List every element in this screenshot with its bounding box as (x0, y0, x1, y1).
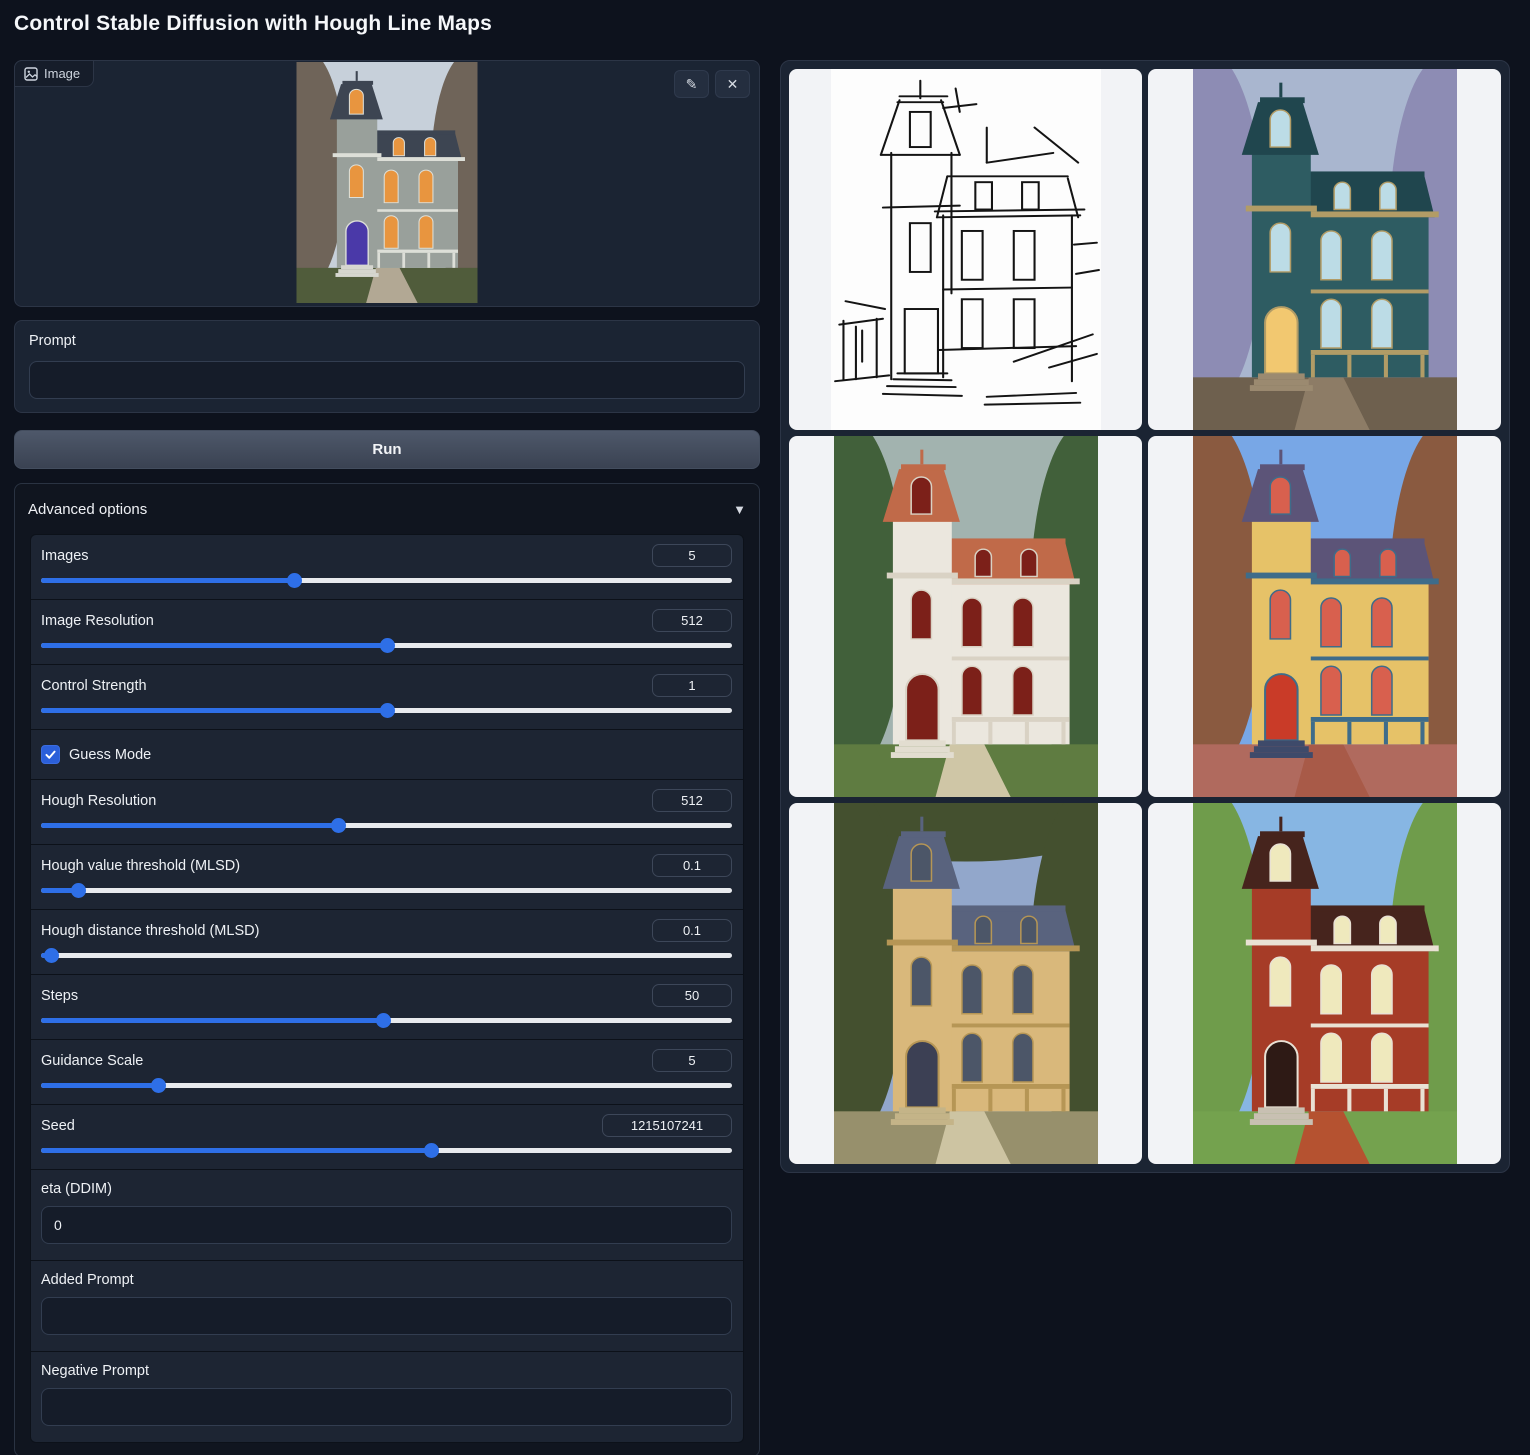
images-value-input[interactable]: 5 (652, 544, 732, 567)
slider-row-image-resolution: Image Resolution 512 (31, 599, 743, 664)
control-strength-slider[interactable] (41, 708, 732, 713)
guidance-scale-slider[interactable] (41, 1083, 732, 1088)
slider-row-hough-resolution: Hough Resolution 512 (31, 779, 743, 844)
hough-value-threshold-mlsd-slider[interactable] (41, 888, 732, 893)
steps-value-input[interactable]: 50 (652, 984, 732, 1007)
gallery-item-hough-line-map[interactable] (789, 69, 1142, 430)
slider-label: Hough Resolution (41, 793, 156, 809)
seed-slider[interactable] (41, 1148, 732, 1153)
slider-label: Hough value threshold (MLSD) (41, 858, 240, 874)
edit-image-button[interactable]: ✎ (674, 70, 709, 98)
added-prompt-input[interactable] (41, 1297, 732, 1335)
slider-fill (41, 708, 387, 713)
x-icon: ✕ (727, 76, 739, 93)
slider-thumb[interactable] (287, 573, 302, 588)
slider-thumb[interactable] (376, 1013, 391, 1028)
slider-row-seed: Seed 1215107241 (31, 1104, 743, 1169)
slider-row-guidance-scale: Guidance Scale 5 (31, 1039, 743, 1104)
slider-thumb[interactable] (71, 883, 86, 898)
slider-thumb[interactable] (151, 1078, 166, 1093)
hough-resolution-slider[interactable] (41, 823, 732, 828)
checkbox-row-guess-mode: Guess Mode (31, 729, 743, 779)
check-icon (44, 748, 57, 761)
slider-fill (41, 1018, 383, 1023)
textbox-row-added-prompt: Added Prompt (31, 1260, 743, 1351)
textbox-row-negative-prompt: Negative Prompt (31, 1351, 743, 1442)
slider-row-control-strength: Control Strength 1 (31, 664, 743, 729)
textbox-label: eta (DDIM) (41, 1181, 732, 1197)
app-root: Control Stable Diffusion with Hough Line… (0, 0, 1530, 1455)
control-strength-value-input[interactable]: 1 (652, 674, 732, 697)
slider-label: Hough distance threshold (MLSD) (41, 923, 259, 939)
slider-thumb[interactable] (424, 1143, 439, 1158)
slider-fill (41, 578, 294, 583)
gallery-item-generated-house-yellow[interactable] (1148, 436, 1501, 797)
prompt-block: Prompt (14, 320, 760, 413)
slider-fill (41, 1148, 431, 1153)
run-button[interactable]: Run (14, 430, 760, 469)
textbox-label: Negative Prompt (41, 1363, 732, 1379)
slider-row-hough-distance-threshold-mlsd: Hough distance threshold (MLSD) 0.1 (31, 909, 743, 974)
advanced-options-accordion: Advanced options ▼ Images 5 Image Resolu… (14, 483, 760, 1455)
images-slider[interactable] (41, 578, 732, 583)
seed-value-input[interactable]: 1215107241 (602, 1114, 732, 1137)
slider-fill (41, 823, 338, 828)
slider-label: Seed (41, 1118, 75, 1134)
image-icon (24, 67, 38, 81)
slider-fill (41, 1083, 158, 1088)
slider-row-images: Images 5 (31, 535, 743, 599)
image-resolution-slider[interactable] (41, 643, 732, 648)
page-title: Control Stable Diffusion with Hough Line… (14, 12, 492, 36)
image-input-label: Image (14, 60, 94, 87)
textbox-label: Added Prompt (41, 1272, 732, 1288)
negative-prompt-input[interactable] (41, 1388, 732, 1426)
hough-value-threshold-mlsd-value-input[interactable]: 0.1 (652, 854, 732, 877)
textbox-row-eta-ddim: eta (DDIM) 0 (31, 1169, 743, 1260)
prompt-label: Prompt (29, 333, 76, 349)
advanced-options-label: Advanced options (28, 501, 147, 518)
eta-ddim-input[interactable]: 0 (41, 1206, 732, 1244)
checkbox-label: Guess Mode (69, 747, 151, 763)
image-resolution-value-input[interactable]: 512 (652, 609, 732, 632)
hough-distance-threshold-mlsd-value-input[interactable]: 0.1 (652, 919, 732, 942)
slider-label: Control Strength (41, 678, 147, 694)
slider-thumb[interactable] (380, 703, 395, 718)
slider-label: Images (41, 548, 89, 564)
slider-label: Image Resolution (41, 613, 154, 629)
slider-label: Steps (41, 988, 78, 1004)
slider-row-steps: Steps 50 (31, 974, 743, 1039)
result-gallery (780, 60, 1510, 1173)
slider-row-hough-value-threshold-mlsd: Hough value threshold (MLSD) 0.1 (31, 844, 743, 909)
advanced-options-header[interactable]: Advanced options ▼ (15, 484, 759, 534)
gallery-item-generated-house-gold[interactable] (789, 803, 1142, 1164)
image-input-block[interactable]: Image ✎ ✕ (14, 60, 760, 307)
chevron-down-icon: ▼ (733, 502, 746, 517)
guidance-scale-value-input[interactable]: 5 (652, 1049, 732, 1072)
slider-thumb[interactable] (331, 818, 346, 833)
hough-distance-threshold-mlsd-slider[interactable] (41, 953, 732, 958)
slider-fill (41, 643, 387, 648)
steps-slider[interactable] (41, 1018, 732, 1023)
advanced-options-form: Images 5 Image Resolution 512 Control St… (30, 534, 744, 1443)
prompt-input[interactable] (29, 361, 745, 399)
slider-thumb[interactable] (380, 638, 395, 653)
slider-label: Guidance Scale (41, 1053, 143, 1069)
gallery-item-generated-house-teal[interactable] (1148, 69, 1501, 430)
uploaded-image (297, 62, 478, 303)
gallery-item-generated-house-white[interactable] (789, 436, 1142, 797)
slider-thumb[interactable] (44, 948, 59, 963)
gallery-item-generated-house-brick[interactable] (1148, 803, 1501, 1164)
hough-resolution-value-input[interactable]: 512 (652, 789, 732, 812)
pencil-icon: ✎ (686, 76, 698, 93)
guess-mode-checkbox[interactable] (41, 745, 60, 764)
clear-image-button[interactable]: ✕ (715, 70, 750, 98)
